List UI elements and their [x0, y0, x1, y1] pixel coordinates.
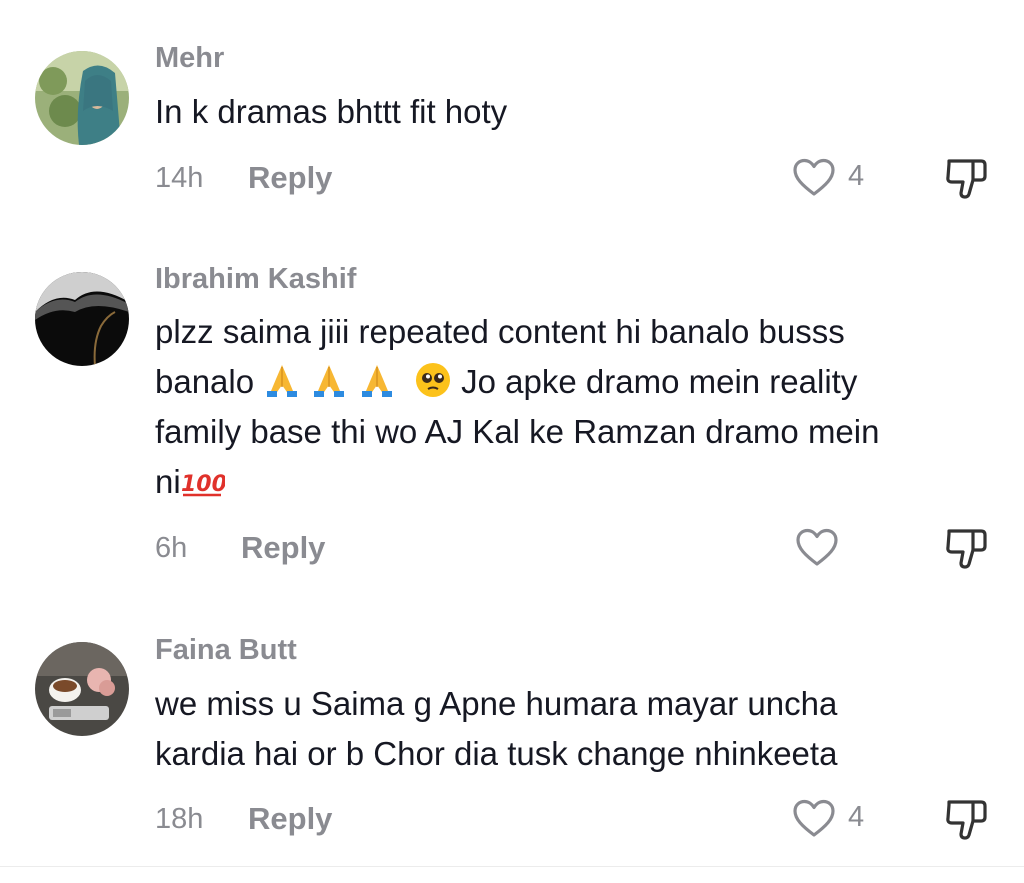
reply-button[interactable]: Reply: [241, 530, 325, 566]
comment-text: In k dramas bhttt fit hoty: [155, 87, 995, 137]
comment-text-line: kardia hai or b Chor dia tusk change nhi…: [155, 735, 838, 772]
folded-hands-emoji: [361, 365, 392, 397]
folded-hands-emoji: [267, 365, 298, 397]
folded-hands-emoji: [314, 365, 345, 397]
like-count: 4: [848, 160, 865, 192]
heart-outline-icon[interactable]: [795, 528, 839, 568]
heart-outline-icon[interactable]: [792, 799, 836, 839]
comment-text-line: ni 100: [155, 463, 225, 500]
thumbs-down-icon[interactable]: [943, 526, 989, 570]
divider: [0, 866, 1024, 867]
svg-text:100: 100: [181, 472, 225, 497]
avatar[interactable]: [35, 51, 129, 145]
comment-time: 14h: [155, 162, 204, 194]
comment-text-line: banalo Jo apke dramo mein reality: [155, 363, 858, 400]
hundred-points-emoji: 100: [181, 472, 225, 497]
comment-text-line: family base thi wo AJ Kal ke Ramzan dram…: [155, 413, 880, 450]
comment-text-line: plzz saima jiii repeated content hi bana…: [155, 313, 845, 350]
heart-outline-icon[interactable]: [792, 158, 836, 198]
comment-time: 6h: [155, 532, 188, 564]
comment-text: we miss u Saima g Apne humara mayar unch…: [155, 679, 995, 779]
avatar[interactable]: [35, 642, 129, 736]
avatar[interactable]: [35, 272, 129, 366]
like-count: 4: [848, 801, 865, 833]
comment-text-line: In k dramas bhttt fit hoty: [155, 93, 508, 130]
pleading-face-emoji: [415, 363, 450, 397]
comment-text-line: we miss u Saima g Apne humara mayar unch…: [155, 685, 838, 722]
comment-text: plzz saima jiii repeated content hi bana…: [155, 307, 995, 507]
thumbs-down-icon[interactable]: [943, 797, 989, 841]
reply-button[interactable]: Reply: [248, 160, 332, 196]
thumbs-down-icon[interactable]: [943, 156, 989, 200]
comment-time: 18h: [155, 803, 204, 835]
comment-username[interactable]: Faina Butt: [155, 634, 297, 667]
comment-username[interactable]: Ibrahim Kashif: [155, 263, 356, 296]
reply-button[interactable]: Reply: [248, 801, 332, 837]
comment-username[interactable]: Mehr: [155, 42, 224, 75]
